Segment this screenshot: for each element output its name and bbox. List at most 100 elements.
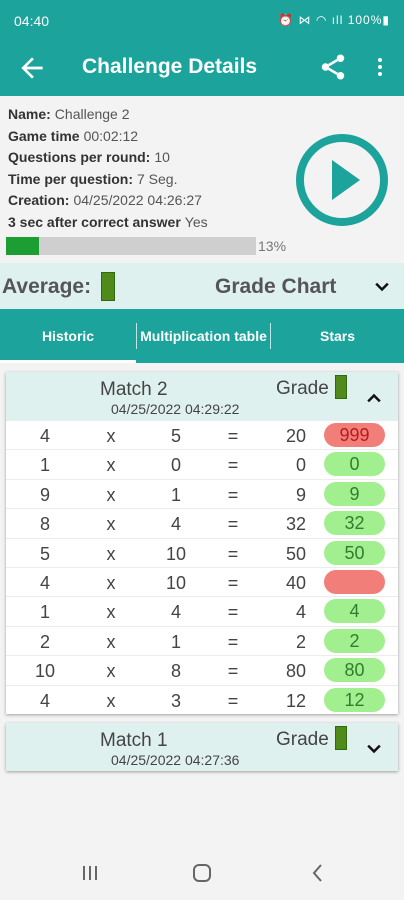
match-grade-marker (335, 375, 347, 399)
chevron-up-icon[interactable] (364, 388, 384, 408)
correct-result: 80 (285, 661, 306, 682)
back-nav-icon[interactable] (306, 862, 330, 884)
info-game-time-value: 00:02:12 (83, 127, 139, 144)
equals-sign: = (227, 426, 239, 446)
tab-stars[interactable]: Stars (271, 309, 404, 363)
match-date: 04/25/2022 04:29:22 (111, 401, 240, 417)
match-question-list: 4 x 5 = 20 999 1 x 0 = 0 0 9 x 1 = 9 9 8 x 4 = 32 32 5 x 10 = 50 50 4 x… (6, 420, 398, 714)
answer-badge: 2 (324, 628, 385, 653)
correct-result: 50 (285, 543, 306, 564)
info-tpq-value: 7 Seg. (136, 170, 178, 187)
info-game-time-row: Game time 00:02:12 (8, 126, 298, 148)
answer-badge: 9 (324, 481, 385, 506)
question-row: 1 x 4 = 4 4 (6, 596, 398, 625)
operand-a: 1 (39, 455, 50, 476)
grade-chart-label: Grade Chart (215, 275, 337, 298)
chevron-down-icon[interactable] (364, 739, 384, 759)
equals-sign: = (227, 572, 239, 593)
equals-sign: = (227, 631, 239, 652)
operator: x (106, 455, 116, 476)
operator: x (106, 426, 116, 446)
operand-a: 4 (39, 426, 50, 446)
answer-badge: 50 (324, 540, 385, 565)
question-row: 5 x 10 = 50 50 (6, 537, 398, 567)
info-creation-row: Creation: 04/25/2022 04:26:27 (8, 190, 298, 212)
match-card-header[interactable]: Match 1 04/25/2022 04:27:36 Grade (6, 723, 398, 771)
average-bar[interactable]: Average: Grade Chart (0, 263, 404, 309)
info-game-time-label: Game time (8, 127, 80, 144)
question-row: 2 x 1 = 2 2 (6, 625, 398, 655)
correct-result: 4 (295, 602, 306, 623)
correct-result: 40 (285, 572, 306, 593)
operand-b: 4 (170, 514, 181, 535)
operator: x (106, 543, 116, 564)
info-after-value: Yes (184, 213, 208, 230)
answer-badge (324, 569, 385, 594)
question-row: 4 x 5 = 20 999 (6, 420, 398, 449)
tab-historic[interactable]: Historic (0, 309, 136, 363)
correct-result: 0 (295, 455, 306, 476)
question-row: 9 x 1 = 9 9 (6, 478, 398, 508)
progress-fill (6, 237, 39, 255)
operand-b: 10 (165, 543, 187, 564)
operand-a: 1 (39, 602, 50, 623)
operand-a: 10 (34, 661, 56, 682)
home-icon[interactable] (190, 862, 214, 884)
question-row: 1 x 0 = 0 0 (6, 449, 398, 478)
match-grade-label: Grade (276, 378, 329, 399)
match-card-header[interactable]: Match 2 04/25/2022 04:29:22 Grade (6, 372, 398, 420)
correct-result: 2 (295, 631, 306, 652)
operator: x (106, 690, 116, 711)
progress-bar (6, 237, 256, 255)
answer-badge: 12 (324, 687, 385, 712)
operator: x (106, 631, 116, 652)
operand-b: 3 (170, 690, 181, 711)
info-name-row: Name: Challenge 2 (8, 104, 298, 126)
operand-b: 1 (170, 484, 181, 505)
average-grade-marker (101, 272, 115, 301)
share-icon[interactable] (318, 52, 348, 82)
progress-percent: 13% (258, 238, 287, 254)
operator: x (106, 484, 116, 505)
info-qpr-value: 10 (154, 149, 170, 165)
status-icons: ⏰ ⋈ ◠ ıll 100%▮ (278, 13, 390, 27)
recent-apps-icon[interactable] (78, 862, 102, 884)
status-time: 04:40 (14, 13, 50, 29)
question-row: 10 x 8 = 80 80 (6, 655, 398, 684)
page-title: Challenge Details (82, 55, 258, 78)
question-row: 4 x 10 = 40 (6, 566, 398, 596)
operand-a: 2 (39, 631, 50, 652)
operand-b: 10 (165, 572, 187, 593)
challenge-info: Name: Challenge 2 Game time 00:02:12 Quest… (8, 104, 298, 233)
chevron-down-icon[interactable] (372, 277, 392, 297)
info-name-value: Challenge 2 (54, 106, 130, 122)
operand-a: 8 (39, 514, 50, 535)
correct-result: 9 (295, 484, 306, 505)
operand-b: 5 (170, 426, 181, 446)
status-bar: 04:40 ⏰ ⋈ ◠ ıll 100%▮ (0, 0, 404, 40)
play-button[interactable] (294, 132, 390, 228)
operand-a: 4 (39, 690, 50, 711)
equals-sign: = (227, 514, 239, 535)
operand-a: 5 (39, 543, 50, 564)
arrow-left-icon[interactable] (16, 52, 48, 84)
correct-result: 20 (285, 426, 306, 446)
info-qpr-label: Questions per round: (8, 149, 151, 165)
operator: x (106, 572, 116, 593)
app-bar: Challenge Details (0, 40, 404, 96)
operand-a: 9 (39, 484, 50, 505)
more-vertical-icon[interactable] (368, 52, 392, 82)
equals-sign: = (227, 661, 239, 682)
answer-badge: 80 (324, 658, 385, 683)
match-title: Match 1 (100, 730, 168, 751)
operand-b: 1 (170, 631, 181, 652)
tab-multiplication-table[interactable]: Multiplication table (137, 309, 270, 363)
match-grade-label: Grade (276, 729, 329, 750)
operator: x (106, 661, 116, 682)
equals-sign: = (227, 484, 239, 505)
question-row: 4 x 3 = 12 12 (6, 684, 398, 714)
correct-result: 32 (285, 514, 306, 535)
equals-sign: = (227, 543, 239, 564)
info-after-row: 3 sec after correct answer Yes (8, 212, 298, 234)
operand-b: 0 (170, 455, 181, 476)
